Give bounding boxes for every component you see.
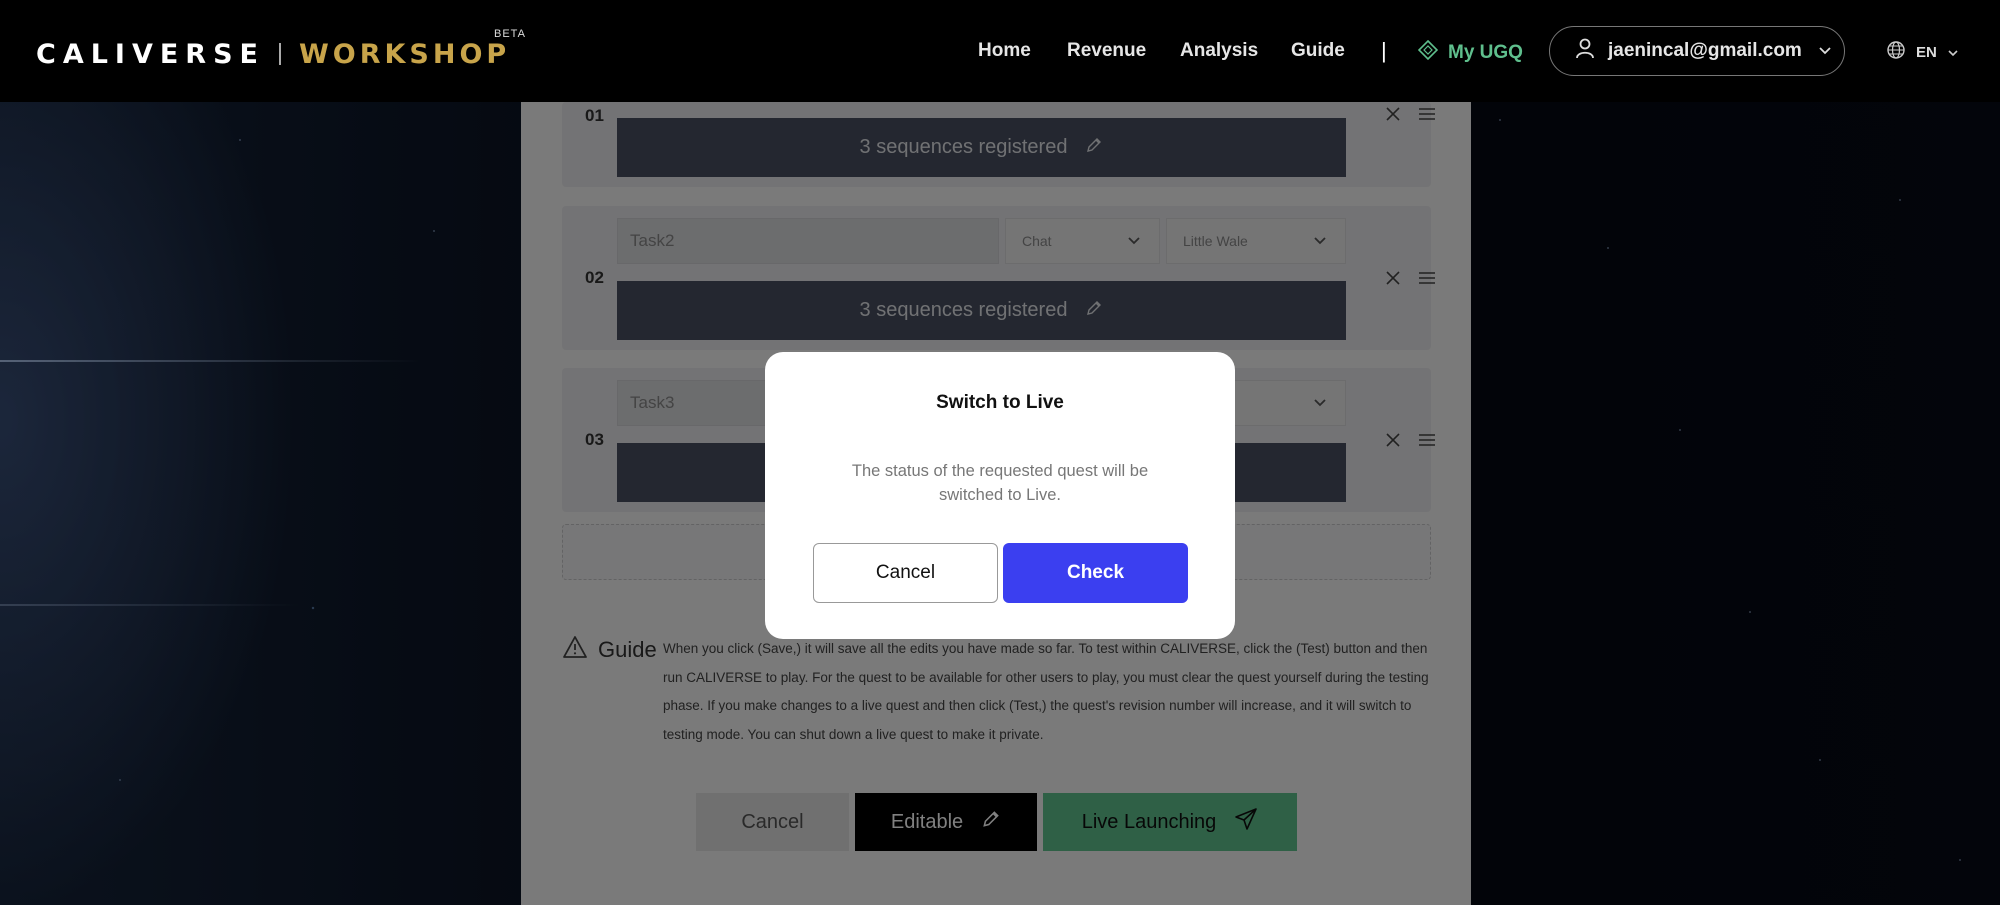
nav-guide[interactable]: Guide <box>1291 40 1345 62</box>
nav-analysis[interactable]: Analysis <box>1180 40 1258 62</box>
nav-revenue[interactable]: Revenue <box>1067 40 1146 62</box>
top-header: CALIVERSE WORKSHOP BETA Home Revenue Ana… <box>0 0 2000 102</box>
chevron-down-icon <box>1818 40 1832 62</box>
chevron-down-icon <box>1947 44 1959 61</box>
globe-icon <box>1886 40 1906 64</box>
nav-home[interactable]: Home <box>978 40 1031 62</box>
my-ugq-link[interactable]: My UGQ <box>1417 39 1523 66</box>
beta-badge: BETA <box>494 28 526 40</box>
dialog-check-button[interactable]: Check <box>1003 543 1188 603</box>
switch-to-live-dialog: Switch to Live The status of the request… <box>765 352 1235 639</box>
logo-workshop: WORKSHOP <box>298 38 511 70</box>
dialog-cancel-button[interactable]: Cancel <box>813 543 998 603</box>
language-label: EN <box>1916 43 1937 61</box>
my-ugq-label: My UGQ <box>1448 42 1523 63</box>
diamond-icon <box>1417 39 1439 66</box>
user-icon <box>1574 37 1596 65</box>
user-account-menu[interactable]: jaenincal@gmail.com <box>1549 26 1845 76</box>
dialog-message: The status of the requested quest will b… <box>851 462 1149 504</box>
logo-divider <box>278 43 281 65</box>
user-email: jaenincal@gmail.com <box>1608 40 1802 61</box>
nav-divider: | <box>1381 38 1387 63</box>
logo-caliverse: CALIVERSE <box>36 38 265 70</box>
dialog-title: Switch to Live <box>936 392 1064 413</box>
language-selector[interactable]: EN <box>1886 40 1959 64</box>
caliverse-workshop-logo[interactable]: CALIVERSE WORKSHOP <box>36 38 510 70</box>
